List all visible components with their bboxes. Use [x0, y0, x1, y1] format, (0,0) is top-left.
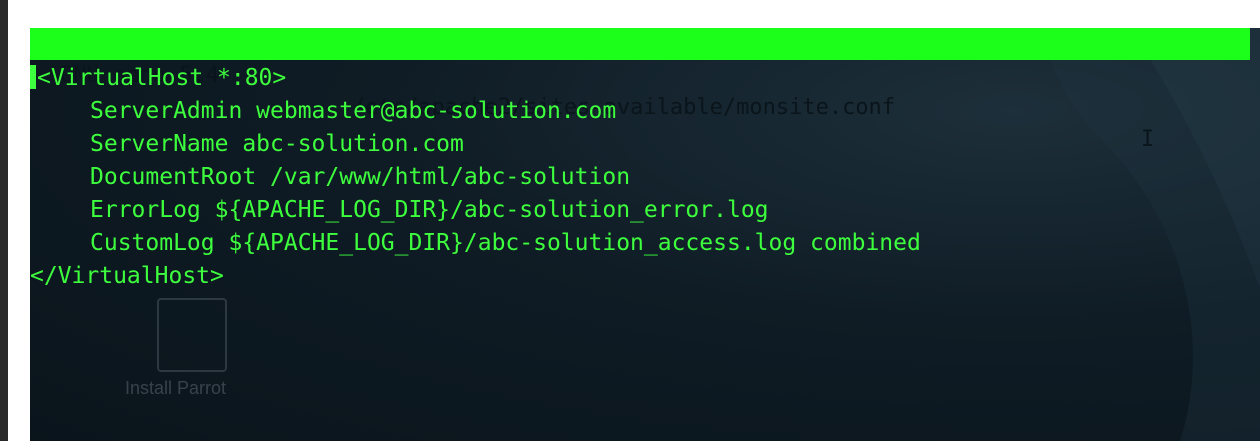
code-line-text: ServerName abc-solution.com: [90, 131, 464, 157]
nano-titlebar: GNU nano 5.4 /etc/apache2/sites-availabl…: [30, 28, 1250, 152]
code-line[interactable]: CustomLog ${APACHE_LOG_DIR}/abc-solution…: [90, 227, 921, 260]
code-line-text: CustomLog ${APACHE_LOG_DIR}/abc-solution…: [90, 230, 921, 256]
code-line[interactable]: ServerName abc-solution.com: [90, 128, 464, 161]
code-line[interactable]: ErrorLog ${APACHE_LOG_DIR}/abc-solution_…: [90, 194, 769, 227]
code-line[interactable]: <VirtualHost *:80>: [30, 62, 286, 95]
code-line-text: ServerAdmin webmaster@abc-solution.com: [90, 98, 617, 124]
code-line[interactable]: DocumentRoot /var/www/html/abc-solution: [90, 161, 630, 194]
text-cursor: [30, 65, 36, 89]
code-line[interactable]: ServerAdmin webmaster@abc-solution.com: [90, 95, 616, 128]
editor-buffer[interactable]: <VirtualHost *:80> ServerAdmin webmaster…: [30, 62, 1250, 432]
terminal-window[interactable]: Install Parrot GNU nano 5.4 /etc/apache2…: [30, 28, 1260, 441]
code-line-text: DocumentRoot /var/www/html/abc-solution: [90, 164, 631, 190]
screenshot: Install Parrot GNU nano 5.4 /etc/apache2…: [0, 0, 1260, 441]
code-line-text: <VirtualHost *:80>: [37, 65, 287, 91]
code-line-text: </VirtualHost>: [30, 263, 224, 289]
window-edge: [0, 0, 8, 441]
code-line-text: ErrorLog ${APACHE_LOG_DIR}/abc-solution_…: [90, 197, 769, 223]
code-line[interactable]: </VirtualHost>: [30, 260, 224, 293]
